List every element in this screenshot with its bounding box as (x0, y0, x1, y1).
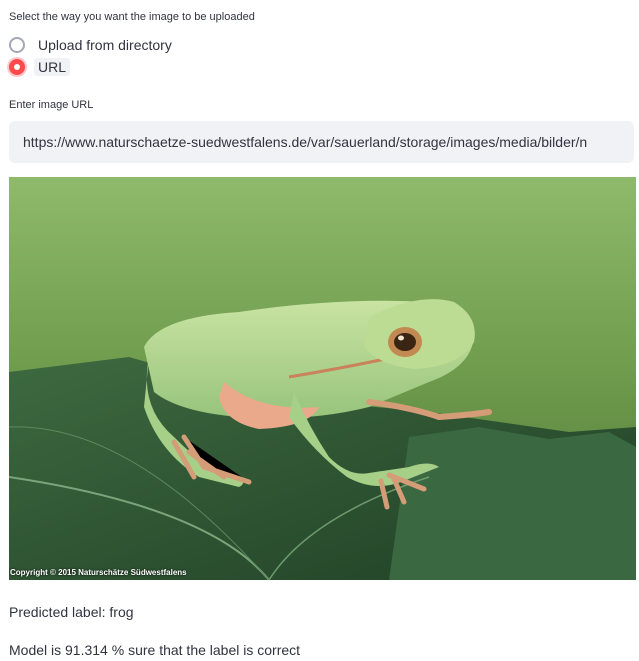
photo-watermark: Copyright © 2015 Naturschätze Südwestfal… (10, 568, 187, 577)
radio-label-url: URL (34, 58, 71, 76)
upload-mode-caption: Select the way you want the image to be … (9, 11, 255, 23)
predicted-label-text: Predicted label: frog (9, 604, 134, 620)
url-input-caption: Enter image URL (9, 99, 94, 111)
radio-upload-from-directory[interactable]: Upload from directory (9, 34, 176, 56)
app-page: Select the way you want the image to be … (0, 0, 639, 661)
url-input[interactable]: https://www.naturschaetze-suedwestfalens… (9, 121, 634, 163)
frog-photo: Copyright © 2015 Naturschätze Südwestfal… (9, 177, 636, 580)
radio-unchecked-icon[interactable] (9, 37, 25, 53)
radio-checked-icon[interactable] (9, 59, 25, 75)
radio-url[interactable]: URL (9, 56, 71, 78)
radio-label-upload-from-directory: Upload from directory (38, 37, 172, 53)
radio-dot (14, 64, 20, 70)
frog-photo-svg (9, 177, 636, 580)
confidence-text: Model is 91.314 % sure that the label is… (9, 642, 301, 658)
